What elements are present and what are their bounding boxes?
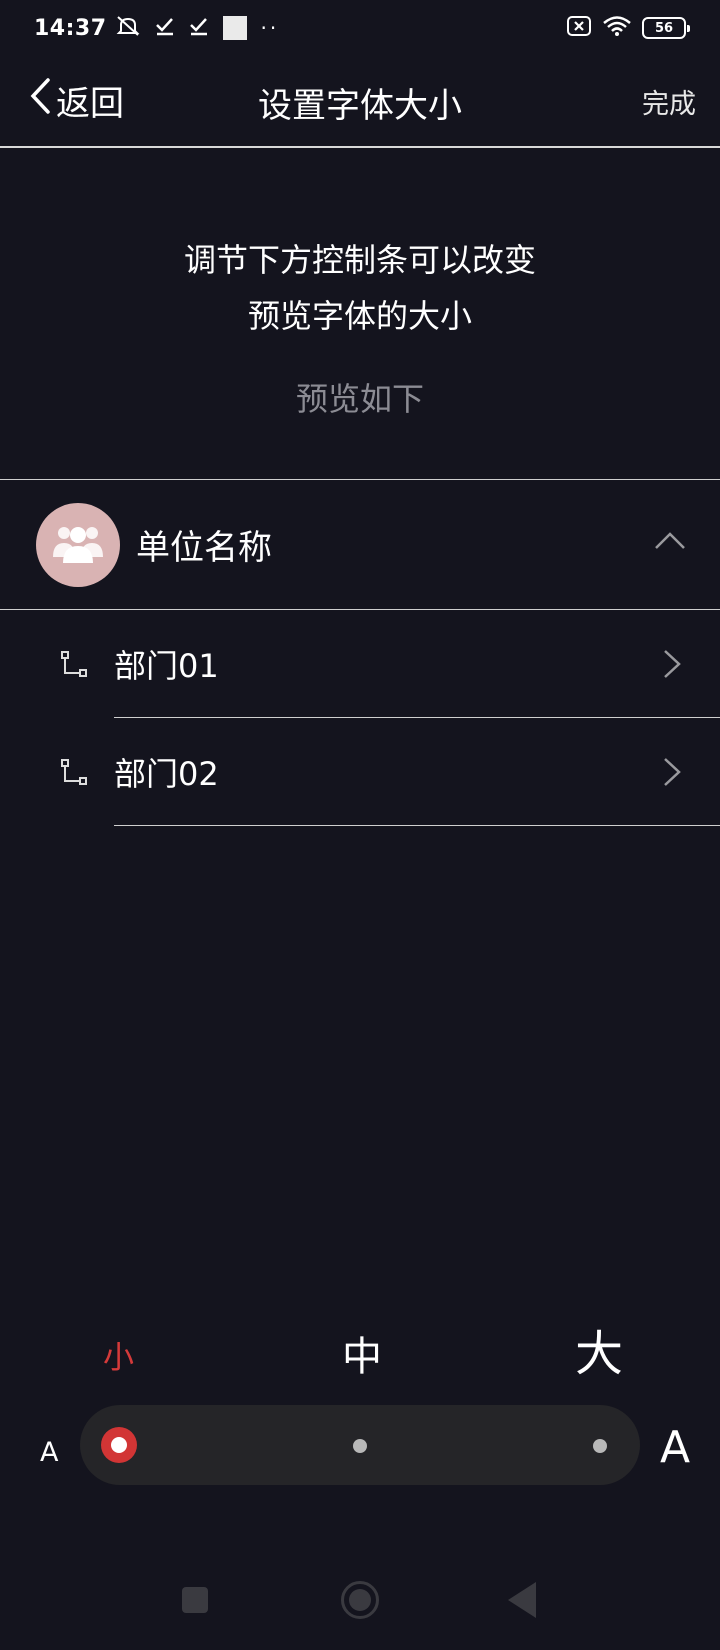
department-name: 部门02 [114,755,219,793]
more-dots-icon: ·· [260,16,280,40]
preview-label: 预览如下 [295,380,424,418]
intro-text: 调节下方控制条可以改变 预览字体的大小 [0,232,720,344]
tree-branch-icon [60,650,88,678]
chevron-up-icon[interactable] [654,530,686,554]
size-label-medium[interactable]: 中 [342,1324,382,1382]
org-name: 单位名称 [136,528,272,568]
intro-line-2: 预览字体的大小 [247,297,472,335]
chevron-right-icon [662,648,682,684]
slider-handle[interactable] [101,1427,137,1463]
battery-level: 56 [654,20,674,36]
back-icon[interactable] [508,1582,536,1618]
close-box-icon [566,15,592,41]
page-title: 设置字体大小 [258,86,462,126]
slider-tick-medium[interactable] [353,1439,367,1453]
home-icon[interactable] [341,1581,379,1619]
square-icon [222,16,247,40]
mute-bell-icon [115,14,141,42]
large-a-marker: A [660,1422,691,1473]
group-icon [50,521,106,569]
size-label-small[interactable]: 小 [103,1332,134,1377]
list-item[interactable]: 部门02 [0,718,720,826]
recent-apps-icon[interactable] [182,1587,208,1613]
preview-intro: 调节下方控制条可以改变 预览字体的大小 预览如下 [0,150,720,480]
org-row[interactable]: 单位名称 [0,480,720,610]
avatar [36,502,120,587]
status-right-icons: 56 [566,15,690,41]
small-a-marker: A [40,1437,59,1468]
slider-tick-large[interactable] [593,1439,607,1453]
wifi-icon [602,15,632,41]
status-time: 14:37 [34,15,107,41]
tree-branch-icon [60,758,88,786]
status-left-icons: ·· [115,14,280,42]
chevron-right-icon [662,756,682,792]
font-size-labels: 小 中 大 [0,1320,720,1390]
check-icon [189,16,209,40]
status-bar: 14:37 ·· 56 [0,0,720,56]
list-item[interactable]: 部门01 [0,610,720,718]
done-button[interactable]: 完成 [642,82,696,121]
nav-bar: 返回 设置字体大小 完成 [0,56,720,148]
check-icon [155,16,175,40]
system-nav-bar [0,1560,720,1650]
font-size-slider[interactable] [80,1405,640,1485]
divider [114,825,720,826]
size-label-large[interactable]: 大 [575,1314,623,1384]
battery-icon: 56 [642,17,690,39]
department-name: 部门01 [114,647,219,685]
intro-line-1: 调节下方控制条可以改变 [183,241,536,279]
